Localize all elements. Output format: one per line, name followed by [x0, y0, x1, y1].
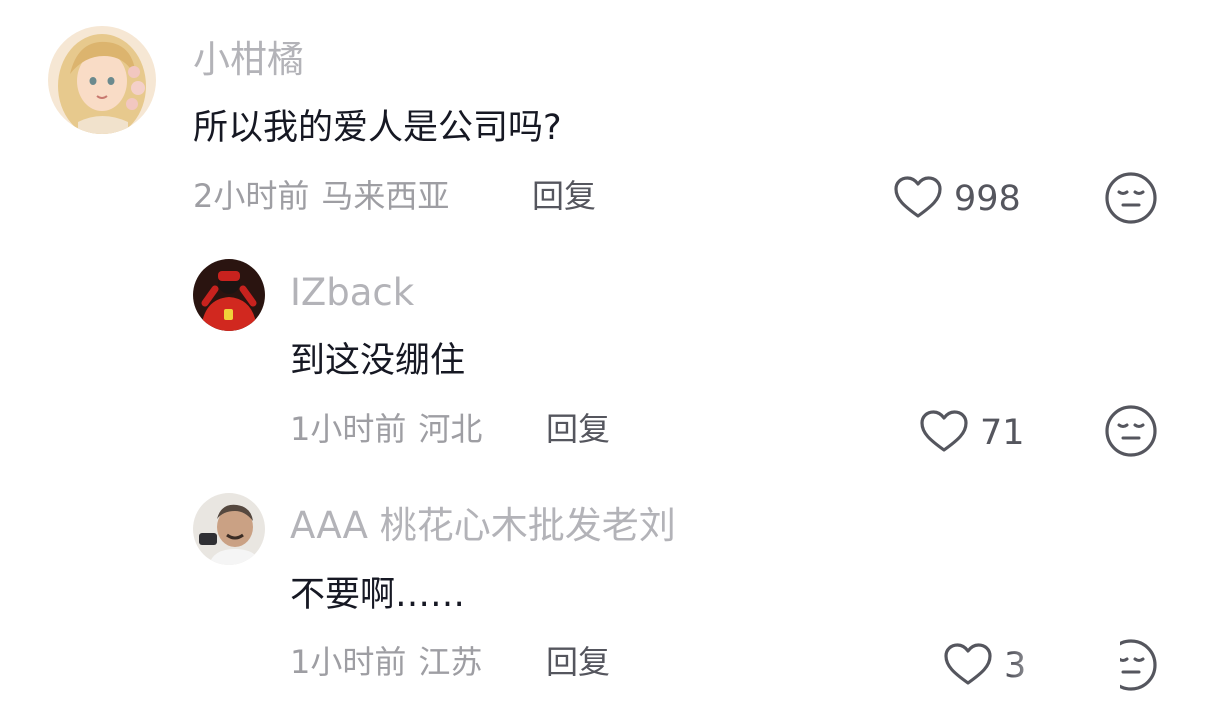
- reply-username[interactable]: AAA 桃花心木批发老刘: [290, 507, 676, 544]
- unamused-face-icon[interactable]: [1104, 404, 1158, 458]
- like-count: 71: [980, 412, 1025, 453]
- reply-text: 不要啊……: [290, 575, 466, 615]
- reply-button[interactable]: 回复: [546, 646, 610, 678]
- unamused-face-icon[interactable]: [1104, 171, 1158, 225]
- reply-location: 河北: [418, 410, 483, 448]
- reply-text: 到这没绷住: [290, 341, 466, 381]
- like-button[interactable]: 998: [892, 174, 1021, 224]
- reply-button[interactable]: 回复: [532, 180, 596, 212]
- reply-meta: 1小时前 江苏: [290, 646, 482, 678]
- avatar-izback[interactable]: [193, 259, 265, 331]
- reply-meta: 1小时前 河北: [290, 413, 482, 445]
- reply-username[interactable]: IZback: [290, 274, 414, 311]
- avatar-xiaoganju[interactable]: [48, 26, 156, 134]
- bottom-fade-overlay: [1010, 640, 1120, 695]
- reply-button[interactable]: 回复: [546, 413, 610, 445]
- comment-username[interactable]: 小柑橘: [193, 41, 304, 78]
- like-count: 998: [954, 178, 1021, 219]
- like-button[interactable]: 71: [918, 408, 1025, 458]
- heart-outline-icon: [942, 641, 994, 691]
- reply-time: 1小时前: [290, 643, 407, 681]
- heart-outline-icon: [918, 408, 970, 458]
- reply-location: 江苏: [418, 643, 483, 681]
- comment-meta: 2小时前 马来西亚: [193, 180, 449, 212]
- heart-outline-icon: [892, 174, 944, 224]
- comment-location: 马来西亚: [321, 177, 450, 215]
- comment-time: 2小时前: [193, 177, 310, 215]
- reply-time: 1小时前: [290, 410, 407, 448]
- avatar-laoliu[interactable]: [193, 493, 265, 565]
- comment-text: 所以我的爱人是公司吗?: [193, 108, 562, 148]
